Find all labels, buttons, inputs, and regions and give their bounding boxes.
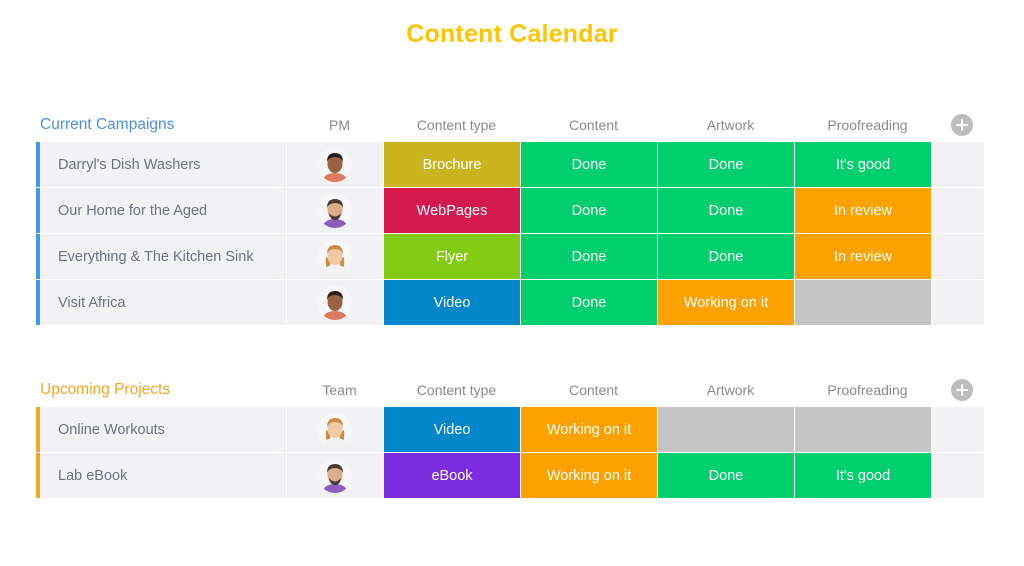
- status-cell-content[interactable]: Done: [521, 188, 658, 233]
- table-row[interactable]: Visit Africa Video Done Working on it: [36, 280, 988, 325]
- row-trailing-cell: [932, 234, 984, 279]
- table-row[interactable]: Lab eBook eBook Working on it Done It's goo…: [36, 453, 988, 498]
- column-header-team: Team: [322, 382, 357, 398]
- content-calendar-page: Content Calendar Current Campaigns PM Cont…: [0, 0, 1024, 566]
- avatar-man-dark-hair: [318, 285, 352, 320]
- avatar-man-beard: [318, 458, 352, 493]
- add-column-cell: [936, 379, 988, 401]
- status-cell-proofreading[interactable]: [795, 407, 932, 452]
- board-current-campaigns: Current Campaigns PM Content type Content Ar…: [36, 108, 988, 326]
- status-cell-content[interactable]: Done: [521, 234, 658, 279]
- status-cell-proofreading[interactable]: In review: [795, 234, 932, 279]
- status-cell-content[interactable]: Working on it: [521, 453, 658, 498]
- row-trailing-cell: [932, 142, 984, 187]
- status-cell-content[interactable]: Working on it: [521, 407, 658, 452]
- status-cell-proofreading[interactable]: In review: [795, 188, 932, 233]
- row-person-cell[interactable]: [287, 188, 384, 233]
- table-row[interactable]: Darryl's Dish Washers Brochure Done Done It…: [36, 142, 988, 187]
- table-row[interactable]: Our Home for the Aged WebPages Done Done In…: [36, 188, 988, 233]
- avatar-woman-blonde: [318, 239, 352, 274]
- board-header-current: Current Campaigns PM Content type Content Ar…: [36, 108, 988, 142]
- row-person-cell[interactable]: [287, 142, 384, 187]
- column-header-proofreading: Proofreading: [827, 382, 908, 398]
- content-type-cell[interactable]: eBook: [384, 453, 521, 498]
- row-person-cell[interactable]: [287, 234, 384, 279]
- row-name: Our Home for the Aged: [40, 188, 287, 233]
- content-type-cell[interactable]: Flyer: [384, 234, 521, 279]
- row-trailing-cell: [932, 453, 984, 498]
- row-person-cell[interactable]: [287, 280, 384, 325]
- row-trailing-cell: [932, 280, 984, 325]
- row-name: Darryl's Dish Washers: [40, 142, 287, 187]
- column-header-content-type: Content type: [416, 382, 497, 398]
- content-type-cell[interactable]: Video: [384, 407, 521, 452]
- page-title: Content Calendar: [406, 20, 618, 48]
- board-title-current: Current Campaigns: [40, 116, 175, 133]
- column-header-artwork: Artwork: [706, 382, 755, 398]
- board-upcoming-projects: Upcoming Projects Team Content type Content…: [36, 373, 988, 499]
- column-header-content-type: Content type: [416, 117, 497, 133]
- column-header-pm: PM: [329, 117, 350, 133]
- content-type-cell[interactable]: WebPages: [384, 188, 521, 233]
- row-name: Everything & The Kitchen Sink: [40, 234, 287, 279]
- avatar-woman-blonde: [318, 412, 352, 447]
- column-header-artwork: Artwork: [706, 117, 755, 133]
- status-cell-artwork[interactable]: Working on it: [658, 280, 795, 325]
- row-name: Lab eBook: [40, 453, 287, 498]
- status-cell-artwork[interactable]: Done: [658, 234, 795, 279]
- table-row[interactable]: Online Workouts Video Working on it: [36, 407, 988, 452]
- content-type-cell[interactable]: Brochure: [384, 142, 521, 187]
- row-trailing-cell: [932, 407, 984, 452]
- avatar-man-beard: [318, 193, 352, 228]
- row-name: Visit Africa: [40, 280, 287, 325]
- status-cell-artwork[interactable]: Done: [658, 453, 795, 498]
- status-cell-content[interactable]: Done: [521, 142, 658, 187]
- status-cell-proofreading[interactable]: [795, 280, 932, 325]
- status-cell-content[interactable]: Done: [521, 280, 658, 325]
- plus-icon[interactable]: [951, 379, 973, 401]
- status-cell-artwork[interactable]: Done: [658, 142, 795, 187]
- board-title-upcoming: Upcoming Projects: [40, 381, 171, 398]
- column-header-content: Content: [568, 117, 619, 133]
- table-row[interactable]: Everything & The Kitchen Sink Flyer Done D…: [36, 234, 988, 279]
- status-cell-artwork[interactable]: Done: [658, 188, 795, 233]
- row-trailing-cell: [932, 188, 984, 233]
- board-header-upcoming: Upcoming Projects Team Content type Content…: [36, 373, 988, 407]
- content-type-cell[interactable]: Video: [384, 280, 521, 325]
- add-column-cell: [936, 114, 988, 136]
- column-header-content: Content: [568, 382, 619, 398]
- plus-icon[interactable]: [951, 114, 973, 136]
- status-cell-artwork[interactable]: [658, 407, 795, 452]
- status-cell-proofreading[interactable]: It's good: [795, 453, 932, 498]
- row-person-cell[interactable]: [287, 453, 384, 498]
- row-name: Online Workouts: [40, 407, 287, 452]
- column-header-proofreading: Proofreading: [827, 117, 908, 133]
- row-person-cell[interactable]: [287, 407, 384, 452]
- avatar-man-dark-hair: [318, 147, 352, 182]
- status-cell-proofreading[interactable]: It's good: [795, 142, 932, 187]
